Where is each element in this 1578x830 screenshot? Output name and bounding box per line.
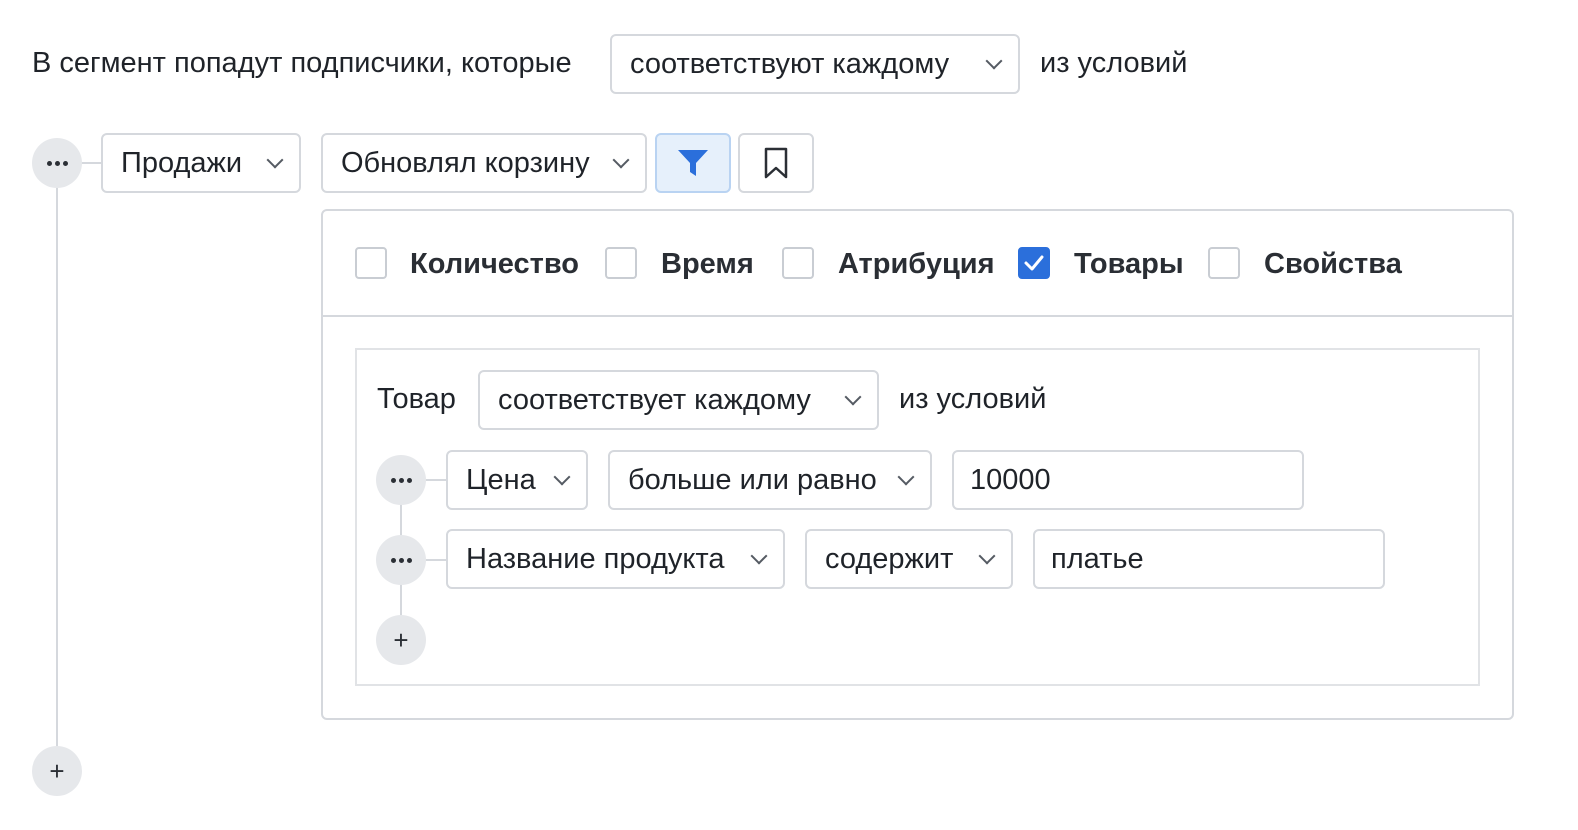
tree-connector bbox=[80, 162, 102, 164]
checkbox-time[interactable] bbox=[605, 247, 637, 279]
field-value: Цена bbox=[466, 463, 536, 496]
condition-menu-button[interactable] bbox=[32, 138, 82, 188]
filter-button[interactable] bbox=[655, 133, 731, 193]
checkbox-attribution[interactable] bbox=[782, 247, 814, 279]
product-name-value-input[interactable] bbox=[1033, 529, 1385, 589]
operator-value: больше или равно bbox=[628, 463, 877, 496]
operator-value: содержит bbox=[825, 542, 954, 575]
panel-divider bbox=[323, 315, 1512, 317]
chevron-down-icon bbox=[612, 151, 630, 168]
product-match-value: соответствует каждому bbox=[498, 383, 811, 416]
segment-builder: В сегмент попадут подписчики, которые со… bbox=[0, 0, 1578, 830]
segment-rule-suffix: из условий bbox=[1040, 47, 1188, 79]
event-value: Обновлял корзину bbox=[341, 146, 590, 179]
segment-rule-prefix: В сегмент попадут подписчики, которые bbox=[32, 47, 572, 79]
checkmark-icon bbox=[1024, 255, 1044, 271]
row-menu-button[interactable] bbox=[376, 535, 426, 585]
price-value-input[interactable] bbox=[952, 450, 1304, 510]
bookmark-button[interactable] bbox=[738, 133, 814, 193]
checkbox-quantity[interactable] bbox=[355, 247, 387, 279]
category-value: Продажи bbox=[121, 146, 243, 179]
plus-icon: + bbox=[393, 625, 409, 655]
checkbox-properties[interactable] bbox=[1208, 247, 1240, 279]
more-icon bbox=[46, 160, 68, 166]
checkbox-time-label[interactable]: Время bbox=[661, 248, 754, 281]
chevron-down-icon bbox=[897, 468, 915, 485]
row-menu-button[interactable] bbox=[376, 455, 426, 505]
checkbox-properties-label[interactable]: Свойства bbox=[1264, 248, 1402, 281]
chevron-down-icon bbox=[553, 468, 571, 485]
checkbox-products-label[interactable]: Товары bbox=[1074, 248, 1184, 281]
field-select[interactable]: Цена bbox=[446, 450, 588, 510]
chevron-down-icon bbox=[844, 388, 862, 405]
tree-line bbox=[56, 188, 58, 772]
add-product-condition-button[interactable]: + bbox=[376, 615, 426, 665]
more-icon bbox=[390, 477, 412, 483]
bookmark-icon bbox=[764, 147, 788, 179]
field-select[interactable]: Название продукта bbox=[446, 529, 785, 589]
filter-icon bbox=[678, 150, 708, 176]
more-icon bbox=[390, 557, 412, 563]
field-value: Название продукта bbox=[466, 542, 725, 575]
segment-match-value: соответствуют каждому bbox=[630, 47, 950, 80]
chevron-down-icon bbox=[266, 151, 284, 168]
product-rule-prefix: Товар bbox=[377, 383, 456, 415]
add-condition-button[interactable]: + bbox=[32, 746, 82, 796]
checkbox-products[interactable] bbox=[1018, 247, 1050, 279]
operator-select[interactable]: больше или равно bbox=[608, 450, 932, 510]
product-rule-suffix: из условий bbox=[899, 383, 1047, 415]
plus-icon: + bbox=[49, 756, 65, 786]
inner-tree-connector bbox=[424, 559, 446, 561]
checkbox-quantity-label[interactable]: Количество bbox=[410, 248, 579, 281]
chevron-down-icon bbox=[978, 547, 996, 564]
segment-match-select[interactable]: соответствуют каждому bbox=[610, 34, 1020, 94]
chevron-down-icon bbox=[985, 52, 1003, 69]
category-select[interactable]: Продажи bbox=[101, 133, 301, 193]
event-select[interactable]: Обновлял корзину bbox=[321, 133, 647, 193]
chevron-down-icon bbox=[750, 547, 768, 564]
checkbox-attribution-label[interactable]: Атрибуция bbox=[838, 248, 995, 281]
operator-select[interactable]: содержит bbox=[805, 529, 1013, 589]
product-match-select[interactable]: соответствует каждому bbox=[478, 370, 879, 430]
inner-tree-connector bbox=[424, 479, 446, 481]
